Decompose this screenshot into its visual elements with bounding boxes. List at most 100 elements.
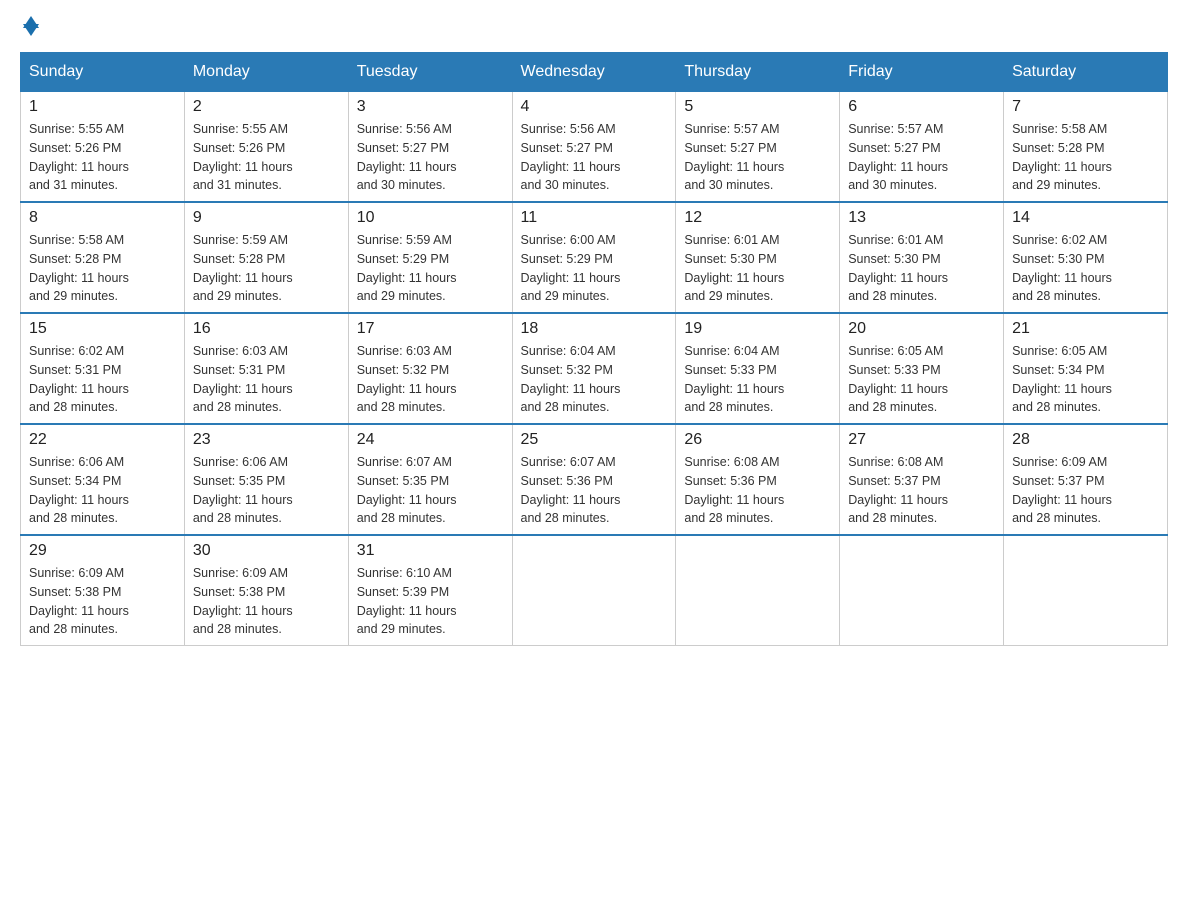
calendar-day-cell: 15 Sunrise: 6:02 AM Sunset: 5:31 PM Dayl… — [21, 313, 185, 424]
day-info: Sunrise: 5:56 AM Sunset: 5:27 PM Dayligh… — [357, 120, 504, 195]
day-info: Sunrise: 5:55 AM Sunset: 5:26 PM Dayligh… — [193, 120, 340, 195]
day-info: Sunrise: 5:56 AM Sunset: 5:27 PM Dayligh… — [521, 120, 668, 195]
calendar-day-cell: 31 Sunrise: 6:10 AM Sunset: 5:39 PM Dayl… — [348, 535, 512, 646]
day-info: Sunrise: 6:08 AM Sunset: 5:36 PM Dayligh… — [684, 453, 831, 528]
day-number: 10 — [357, 209, 504, 227]
calendar-day-cell: 21 Sunrise: 6:05 AM Sunset: 5:34 PM Dayl… — [1004, 313, 1168, 424]
day-info: Sunrise: 6:06 AM Sunset: 5:34 PM Dayligh… — [29, 453, 176, 528]
day-info: Sunrise: 6:07 AM Sunset: 5:36 PM Dayligh… — [521, 453, 668, 528]
day-number: 2 — [193, 98, 340, 116]
column-header-tuesday: Tuesday — [348, 53, 512, 92]
day-number: 26 — [684, 431, 831, 449]
calendar-day-cell: 14 Sunrise: 6:02 AM Sunset: 5:30 PM Dayl… — [1004, 202, 1168, 313]
calendar-day-cell: 26 Sunrise: 6:08 AM Sunset: 5:36 PM Dayl… — [676, 424, 840, 535]
day-number: 12 — [684, 209, 831, 227]
calendar-day-cell — [512, 535, 676, 646]
day-number: 8 — [29, 209, 176, 227]
day-info: Sunrise: 6:08 AM Sunset: 5:37 PM Dayligh… — [848, 453, 995, 528]
day-info: Sunrise: 6:09 AM Sunset: 5:38 PM Dayligh… — [29, 564, 176, 639]
day-info: Sunrise: 6:05 AM Sunset: 5:33 PM Dayligh… — [848, 342, 995, 417]
day-number: 20 — [848, 320, 995, 338]
calendar-day-cell: 27 Sunrise: 6:08 AM Sunset: 5:37 PM Dayl… — [840, 424, 1004, 535]
day-number: 9 — [193, 209, 340, 227]
calendar-day-cell: 16 Sunrise: 6:03 AM Sunset: 5:31 PM Dayl… — [184, 313, 348, 424]
day-number: 27 — [848, 431, 995, 449]
calendar-day-cell: 23 Sunrise: 6:06 AM Sunset: 5:35 PM Dayl… — [184, 424, 348, 535]
column-header-wednesday: Wednesday — [512, 53, 676, 92]
day-info: Sunrise: 6:03 AM Sunset: 5:32 PM Dayligh… — [357, 342, 504, 417]
day-info: Sunrise: 6:01 AM Sunset: 5:30 PM Dayligh… — [848, 231, 995, 306]
calendar-day-cell: 28 Sunrise: 6:09 AM Sunset: 5:37 PM Dayl… — [1004, 424, 1168, 535]
day-number: 28 — [1012, 431, 1159, 449]
day-number: 13 — [848, 209, 995, 227]
day-number: 29 — [29, 542, 176, 560]
calendar-day-cell: 25 Sunrise: 6:07 AM Sunset: 5:36 PM Dayl… — [512, 424, 676, 535]
day-info: Sunrise: 6:09 AM Sunset: 5:38 PM Dayligh… — [193, 564, 340, 639]
calendar-day-cell: 9 Sunrise: 5:59 AM Sunset: 5:28 PM Dayli… — [184, 202, 348, 313]
calendar-day-cell: 10 Sunrise: 5:59 AM Sunset: 5:29 PM Dayl… — [348, 202, 512, 313]
day-info: Sunrise: 5:58 AM Sunset: 5:28 PM Dayligh… — [1012, 120, 1159, 195]
calendar-day-cell: 12 Sunrise: 6:01 AM Sunset: 5:30 PM Dayl… — [676, 202, 840, 313]
day-info: Sunrise: 6:07 AM Sunset: 5:35 PM Dayligh… — [357, 453, 504, 528]
day-info: Sunrise: 6:02 AM Sunset: 5:30 PM Dayligh… — [1012, 231, 1159, 306]
calendar-day-cell: 6 Sunrise: 5:57 AM Sunset: 5:27 PM Dayli… — [840, 92, 1004, 203]
calendar-day-cell: 19 Sunrise: 6:04 AM Sunset: 5:33 PM Dayl… — [676, 313, 840, 424]
day-info: Sunrise: 5:58 AM Sunset: 5:28 PM Dayligh… — [29, 231, 176, 306]
calendar-day-cell — [840, 535, 1004, 646]
day-info: Sunrise: 5:55 AM Sunset: 5:26 PM Dayligh… — [29, 120, 176, 195]
calendar-day-cell: 11 Sunrise: 6:00 AM Sunset: 5:29 PM Dayl… — [512, 202, 676, 313]
day-number: 15 — [29, 320, 176, 338]
day-number: 4 — [521, 98, 668, 116]
calendar-day-cell: 17 Sunrise: 6:03 AM Sunset: 5:32 PM Dayl… — [348, 313, 512, 424]
calendar-day-cell: 8 Sunrise: 5:58 AM Sunset: 5:28 PM Dayli… — [21, 202, 185, 313]
calendar-day-cell: 1 Sunrise: 5:55 AM Sunset: 5:26 PM Dayli… — [21, 92, 185, 203]
calendar-day-cell — [676, 535, 840, 646]
day-number: 22 — [29, 431, 176, 449]
day-info: Sunrise: 6:01 AM Sunset: 5:30 PM Dayligh… — [684, 231, 831, 306]
calendar-week-row: 15 Sunrise: 6:02 AM Sunset: 5:31 PM Dayl… — [21, 313, 1168, 424]
calendar-day-cell: 7 Sunrise: 5:58 AM Sunset: 5:28 PM Dayli… — [1004, 92, 1168, 203]
calendar-day-cell: 29 Sunrise: 6:09 AM Sunset: 5:38 PM Dayl… — [21, 535, 185, 646]
day-info: Sunrise: 6:00 AM Sunset: 5:29 PM Dayligh… — [521, 231, 668, 306]
day-number: 25 — [521, 431, 668, 449]
day-number: 6 — [848, 98, 995, 116]
day-number: 21 — [1012, 320, 1159, 338]
calendar-day-cell: 4 Sunrise: 5:56 AM Sunset: 5:27 PM Dayli… — [512, 92, 676, 203]
calendar-day-cell: 2 Sunrise: 5:55 AM Sunset: 5:26 PM Dayli… — [184, 92, 348, 203]
day-number: 30 — [193, 542, 340, 560]
column-header-monday: Monday — [184, 53, 348, 92]
column-header-thursday: Thursday — [676, 53, 840, 92]
day-number: 24 — [357, 431, 504, 449]
day-number: 5 — [684, 98, 831, 116]
calendar-day-cell: 30 Sunrise: 6:09 AM Sunset: 5:38 PM Dayl… — [184, 535, 348, 646]
calendar-header-row: SundayMondayTuesdayWednesdayThursdayFrid… — [21, 53, 1168, 92]
day-number: 3 — [357, 98, 504, 116]
day-number: 7 — [1012, 98, 1159, 116]
calendar-week-row: 22 Sunrise: 6:06 AM Sunset: 5:34 PM Dayl… — [21, 424, 1168, 535]
day-info: Sunrise: 6:03 AM Sunset: 5:31 PM Dayligh… — [193, 342, 340, 417]
calendar-day-cell: 5 Sunrise: 5:57 AM Sunset: 5:27 PM Dayli… — [676, 92, 840, 203]
calendar-day-cell — [1004, 535, 1168, 646]
day-info: Sunrise: 6:04 AM Sunset: 5:33 PM Dayligh… — [684, 342, 831, 417]
column-header-friday: Friday — [840, 53, 1004, 92]
calendar-day-cell: 13 Sunrise: 6:01 AM Sunset: 5:30 PM Dayl… — [840, 202, 1004, 313]
calendar-day-cell: 24 Sunrise: 6:07 AM Sunset: 5:35 PM Dayl… — [348, 424, 512, 535]
day-number: 16 — [193, 320, 340, 338]
day-info: Sunrise: 5:57 AM Sunset: 5:27 PM Dayligh… — [684, 120, 831, 195]
day-number: 17 — [357, 320, 504, 338]
day-info: Sunrise: 6:09 AM Sunset: 5:37 PM Dayligh… — [1012, 453, 1159, 528]
calendar-week-row: 8 Sunrise: 5:58 AM Sunset: 5:28 PM Dayli… — [21, 202, 1168, 313]
day-number: 1 — [29, 98, 176, 116]
calendar-day-cell: 18 Sunrise: 6:04 AM Sunset: 5:32 PM Dayl… — [512, 313, 676, 424]
day-info: Sunrise: 5:57 AM Sunset: 5:27 PM Dayligh… — [848, 120, 995, 195]
day-number: 31 — [357, 542, 504, 560]
day-number: 14 — [1012, 209, 1159, 227]
calendar-table: SundayMondayTuesdayWednesdayThursdayFrid… — [20, 52, 1168, 646]
day-info: Sunrise: 6:10 AM Sunset: 5:39 PM Dayligh… — [357, 564, 504, 639]
logo — [20, 20, 39, 36]
day-number: 19 — [684, 320, 831, 338]
calendar-day-cell: 22 Sunrise: 6:06 AM Sunset: 5:34 PM Dayl… — [21, 424, 185, 535]
column-header-sunday: Sunday — [21, 53, 185, 92]
day-number: 11 — [521, 209, 668, 227]
calendar-day-cell: 20 Sunrise: 6:05 AM Sunset: 5:33 PM Dayl… — [840, 313, 1004, 424]
